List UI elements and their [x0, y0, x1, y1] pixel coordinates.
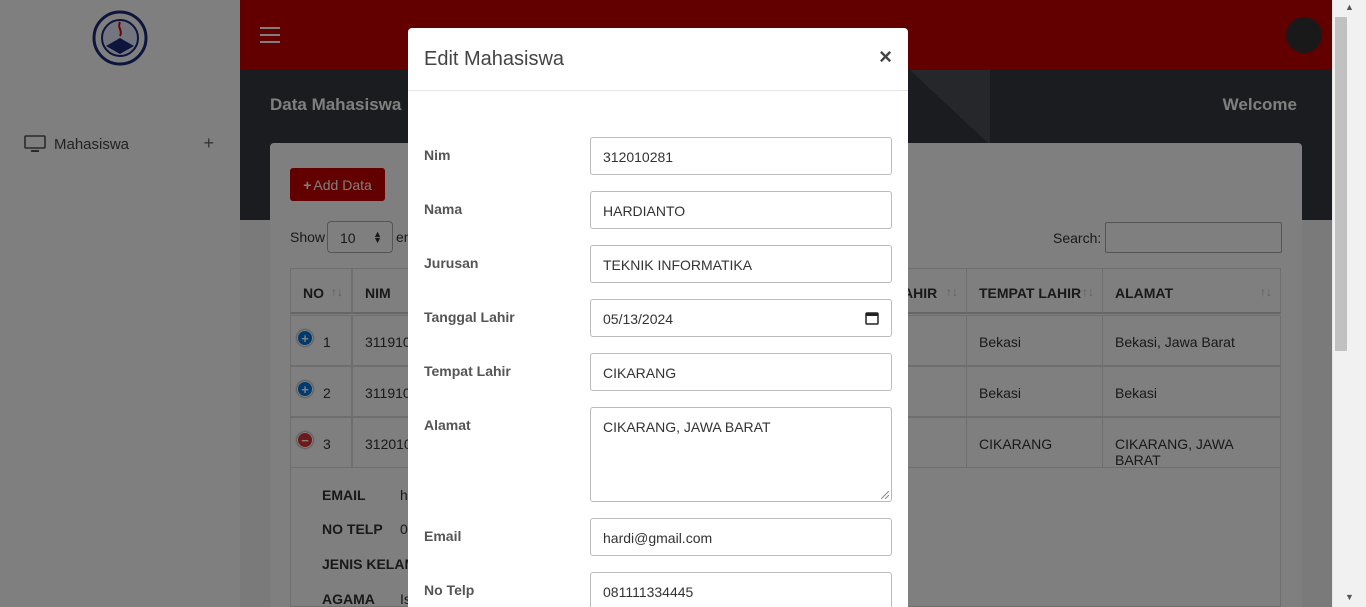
- scroll-up-arrow-icon[interactable]: ▲: [1333, 2, 1366, 12]
- alamat-value: CIKARANG, JAWA BARAT: [603, 419, 771, 435]
- resize-handle-icon[interactable]: [881, 491, 889, 499]
- modal-title: Edit Mahasiswa: [424, 48, 565, 70]
- label-email: Email: [424, 528, 462, 544]
- alamat-textarea[interactable]: CIKARANG, JAWA BARAT: [590, 407, 892, 502]
- modal-header: Edit Mahasiswa ×: [408, 28, 908, 91]
- nim-field[interactable]: 312010281: [590, 137, 892, 175]
- label-alamat: Alamat: [424, 417, 471, 433]
- email-field[interactable]: hardi@gmail.com: [590, 518, 892, 556]
- label-tanggal-lahir: Tanggal Lahir: [424, 309, 515, 325]
- nama-field[interactable]: HARDIANTO: [590, 191, 892, 229]
- label-no-telp: No Telp: [424, 582, 475, 598]
- close-icon[interactable]: ×: [879, 44, 892, 70]
- label-nama: Nama: [424, 201, 463, 217]
- jurusan-field[interactable]: TEKNIK INFORMATIKA: [590, 245, 892, 283]
- date-value: 05/13/2024: [603, 311, 674, 327]
- no-telp-field[interactable]: 081111334445: [590, 572, 892, 607]
- scroll-down-arrow-icon[interactable]: ▼: [1333, 592, 1366, 602]
- label-nim: Nim: [424, 147, 451, 163]
- label-tempat-lahir: Tempat Lahir: [424, 363, 511, 379]
- calendar-icon[interactable]: [865, 311, 879, 325]
- edit-mahasiswa-modal: Edit Mahasiswa × Nim 312010281 Nama HARD…: [408, 28, 908, 607]
- label-jurusan: Jurusan: [424, 255, 479, 271]
- tempat-lahir-field[interactable]: CIKARANG: [590, 353, 892, 391]
- scrollbar-thumb[interactable]: [1335, 17, 1347, 351]
- tanggal-lahir-field[interactable]: 05/13/2024: [590, 299, 892, 337]
